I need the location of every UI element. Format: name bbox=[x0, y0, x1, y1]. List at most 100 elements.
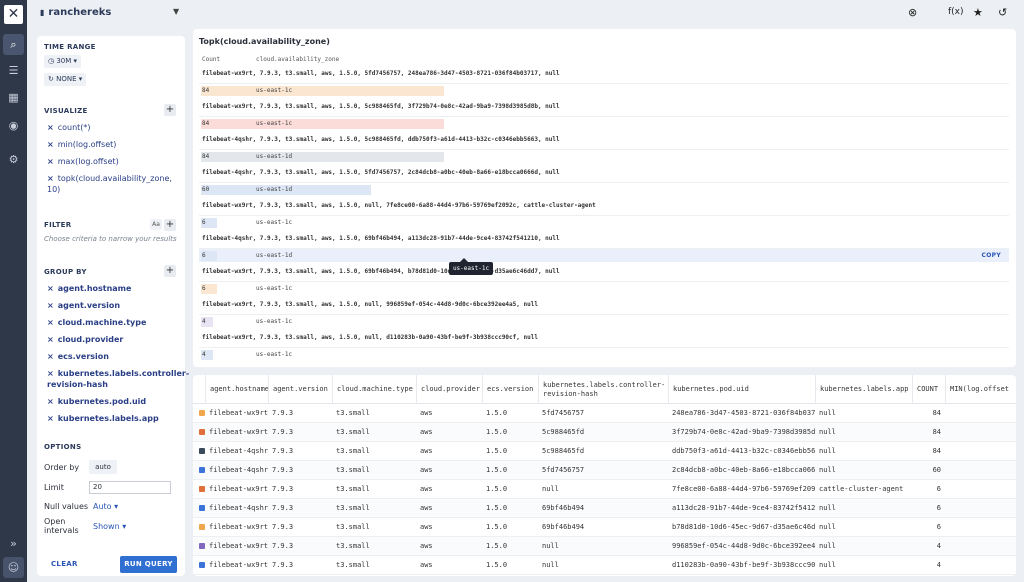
history-icon[interactable]: ↺ bbox=[998, 6, 1007, 19]
compare-select[interactable]: ↻ NONE ▾ bbox=[44, 73, 87, 86]
null-values-label: Null values bbox=[44, 502, 89, 511]
tooltip: us-east-1c bbox=[449, 258, 493, 275]
table-row[interactable]: filebeat-4qshr 7.9.3 t3.small aws 1.5.0 5fd74… bbox=[193, 461, 1016, 480]
topk-group-label: filebeat-4qshr, 7.9.3, t3.small, aws, 1.… bbox=[202, 235, 560, 242]
topk-count: 84 bbox=[202, 153, 210, 160]
table-cell: aws bbox=[420, 485, 433, 493]
clear-button[interactable]: CLEAR bbox=[51, 560, 78, 568]
add-filter-button[interactable]: + bbox=[164, 219, 176, 231]
chevron-down-icon[interactable]: ▼ bbox=[173, 7, 179, 16]
table-row[interactable]: filebeat-4qshr 7.9.3 t3.small aws 1.5.0 69bf4… bbox=[193, 499, 1016, 518]
copy-button[interactable]: COPY bbox=[982, 252, 1001, 259]
remove-icon[interactable]: × bbox=[47, 174, 54, 183]
time-range-select[interactable]: ◷ 30M ▾ bbox=[44, 55, 82, 68]
topk-row[interactable]: 4 us-east-1c bbox=[199, 314, 1009, 328]
table-cell: aws bbox=[420, 504, 433, 512]
remove-icon[interactable]: × bbox=[47, 301, 54, 310]
column-header[interactable]: ecs.version bbox=[482, 375, 538, 404]
bell-icon[interactable]: ◉ bbox=[3, 115, 24, 136]
table-cell bbox=[945, 461, 1016, 480]
column-header[interactable]: MIN(log.offset bbox=[945, 375, 1016, 404]
visualize-item[interactable]: × count(*) bbox=[47, 122, 175, 133]
topk-row[interactable]: 6 us-east-1c bbox=[199, 281, 1009, 295]
topk-row[interactable]: 60 us-east-1d bbox=[199, 182, 1009, 196]
table-cell: filebeat-4qshr bbox=[209, 447, 268, 455]
table-row[interactable]: filebeat-wx9rt 7.9.3 t3.small aws 1.5.0 5c988… bbox=[193, 423, 1016, 442]
remove-icon[interactable]: × bbox=[47, 352, 54, 361]
table-cell: t3.small bbox=[336, 504, 370, 512]
order-by-select[interactable]: auto bbox=[89, 460, 117, 474]
topk-row[interactable]: 84 us-east-1d bbox=[199, 149, 1009, 163]
column-header[interactable]: cloud.machine.type bbox=[332, 375, 416, 404]
visualize-item[interactable]: × max(log.offset) bbox=[47, 156, 175, 167]
list-icon[interactable]: ☰ bbox=[3, 60, 24, 81]
table-cell: 7.9.3 bbox=[272, 428, 294, 436]
group-by-item[interactable]: × ecs.version bbox=[47, 351, 175, 362]
group-by-item[interactable]: × cloud.machine.type bbox=[47, 317, 175, 328]
column-header[interactable]: agent.hostname bbox=[205, 375, 269, 404]
visualize-item[interactable]: × topk(cloud.availability_zone, 10) bbox=[47, 173, 175, 195]
column-header[interactable]: cloud.provider bbox=[416, 375, 482, 404]
group-by-item[interactable]: × kubernetes.labels.app bbox=[47, 413, 175, 424]
dataset-selector[interactable]: ▮ ranchereks bbox=[40, 7, 111, 18]
group-by-item[interactable]: × agent.hostname bbox=[47, 283, 175, 294]
dataset-name: ranchereks bbox=[48, 7, 112, 18]
open-intervals-select[interactable]: Shown ▾ bbox=[93, 522, 126, 531]
table-icon[interactable]: ▦ bbox=[3, 87, 24, 108]
remove-icon[interactable]: × bbox=[47, 369, 54, 378]
table-cell: 84 bbox=[932, 409, 941, 417]
limit-input[interactable]: 20 bbox=[89, 481, 171, 494]
column-header[interactable]: kubernetes.labels.controller-revision-ha… bbox=[538, 375, 668, 404]
table-row[interactable]: filebeat-wx9rt 7.9.3 t3.small aws 1.5.0 69bf4… bbox=[193, 518, 1016, 537]
table-row[interactable]: filebeat-wx9rt 7.9.3 t3.small aws 1.5.0 null 7… bbox=[193, 480, 1016, 499]
table-cell: filebeat-wx9rt bbox=[209, 561, 268, 569]
remove-icon[interactable]: × bbox=[47, 123, 54, 132]
table-cell: aws bbox=[420, 561, 433, 569]
column-header[interactable]: COUNT bbox=[912, 375, 945, 404]
topk-panel: Topk(cloud.availability_zone) Count clou… bbox=[193, 29, 1016, 367]
topk-row[interactable]: 84 us-east-1c bbox=[199, 83, 1009, 97]
column-header[interactable]: agent.version bbox=[268, 375, 332, 404]
order-by-label: Order by bbox=[44, 463, 80, 472]
null-values-select[interactable]: Auto ▾ bbox=[93, 502, 118, 511]
filter-hint: Choose criteria to narrow your results bbox=[44, 235, 177, 243]
table-row[interactable]: filebeat-4qshr 7.9.3 t3.small aws 1.5.0 5c988… bbox=[193, 442, 1016, 461]
topk-row[interactable]: 4 us-east-1c bbox=[199, 347, 1009, 361]
remove-icon[interactable]: × bbox=[47, 414, 54, 423]
star-icon[interactable]: ★ bbox=[973, 6, 983, 19]
table-row[interactable]: filebeat-wx9rt 7.9.3 t3.small aws 1.5.0 5fd74… bbox=[193, 404, 1016, 423]
clear-icon[interactable]: ⊗ bbox=[908, 6, 917, 19]
group-by-item[interactable]: × kubernetes.labels.controller-revision-h… bbox=[47, 368, 189, 390]
topk-row[interactable]: 6 us-east-1c bbox=[199, 215, 1009, 229]
topk-row[interactable]: 84 us-east-1c bbox=[199, 116, 1009, 130]
group-by-item[interactable]: × agent.version bbox=[47, 300, 175, 311]
remove-icon[interactable]: × bbox=[47, 397, 54, 406]
case-toggle[interactable]: Aa bbox=[150, 219, 162, 230]
expand-icon[interactable]: » bbox=[3, 533, 24, 554]
remove-icon[interactable]: × bbox=[47, 140, 54, 149]
column-header[interactable]: kubernetes.pod.uid bbox=[668, 375, 815, 404]
visualize-item[interactable]: × min(log.offset) bbox=[47, 139, 175, 150]
remove-icon[interactable]: × bbox=[47, 284, 54, 293]
add-visualize-button[interactable]: + bbox=[164, 104, 176, 116]
topk-group: filebeat-wx9rt, 7.9.3, t3.small, aws, 1.… bbox=[199, 301, 1009, 334]
gear-icon[interactable]: ⚙ bbox=[3, 149, 24, 170]
user-avatar-icon[interactable]: ☺ bbox=[3, 557, 24, 578]
remove-icon[interactable]: × bbox=[47, 335, 54, 344]
remove-icon[interactable]: × bbox=[47, 318, 54, 327]
table-row[interactable]: filebeat-wx9rt 7.9.3 t3.small aws 1.5.0 null d… bbox=[193, 556, 1016, 575]
add-group-by-button[interactable]: + bbox=[164, 265, 176, 277]
topk-row[interactable]: 6 us-east-1d COPY bbox=[199, 248, 1009, 262]
remove-icon[interactable]: × bbox=[47, 157, 54, 166]
column-header[interactable]: kubernetes.labels.app bbox=[815, 375, 912, 404]
table-cell: aws bbox=[420, 466, 433, 474]
group-by-item[interactable]: × kubernetes.pod.uid bbox=[47, 396, 175, 407]
group-by-item[interactable]: × cloud.provider bbox=[47, 334, 175, 345]
table-row[interactable]: filebeat-wx9rt 7.9.3 t3.small aws 1.5.0 null 9… bbox=[193, 537, 1016, 556]
run-query-button[interactable]: RUN QUERY bbox=[120, 556, 177, 573]
table-cell: 7.9.3 bbox=[272, 466, 294, 474]
search-icon[interactable]: ⌕ bbox=[3, 34, 24, 55]
formula-icon[interactable]: f(x) bbox=[948, 7, 964, 17]
app-logo-icon[interactable]: ✕ bbox=[4, 5, 23, 24]
table-cell: ddb750f3-a61d-4413-b32c-c0346ebb5663 bbox=[672, 447, 815, 455]
